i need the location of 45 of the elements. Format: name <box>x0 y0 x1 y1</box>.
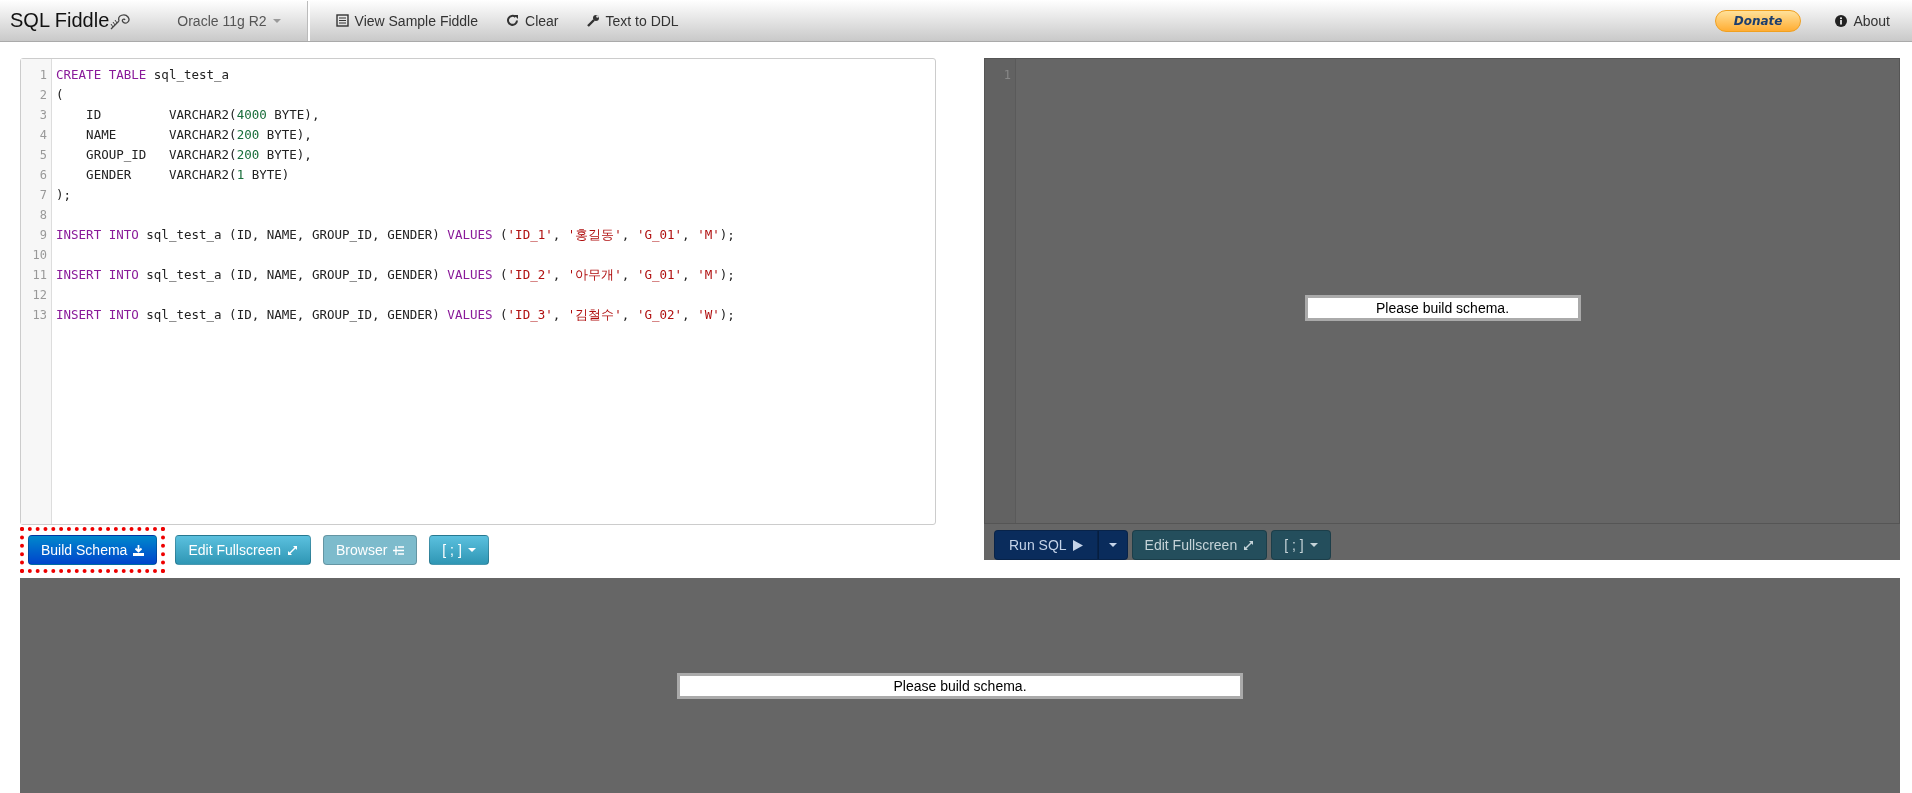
line-number: 5 <box>38 147 48 164</box>
tree-icon <box>393 544 405 556</box>
caret-icon <box>1309 543 1318 547</box>
line-number: 11 <box>31 267 48 284</box>
caret-icon <box>467 548 476 552</box>
database-dropdown[interactable]: Oracle 11g R2 <box>163 0 295 42</box>
clear-link[interactable]: Clear <box>492 0 573 42</box>
line-number: 8 <box>38 207 48 224</box>
list-icon <box>335 14 349 27</box>
info-icon <box>1835 14 1848 27</box>
wrench-icon <box>586 14 600 27</box>
code-line: GROUP_ID VARCHAR2(200 BYTE), <box>85 147 312 162</box>
code-line: ); <box>56 187 72 202</box>
code-line: ( <box>56 87 64 102</box>
download-icon <box>133 544 145 556</box>
line-number: 2 <box>38 87 48 104</box>
code-line: GENDER VARCHAR2(1 BYTE) <box>85 167 290 182</box>
line-number: 4 <box>38 127 48 144</box>
build-schema-button[interactable]: Build Schema <box>28 535 158 565</box>
text-to-ddl-link[interactable]: Text to DDL <box>572 0 693 42</box>
line-number: 3 <box>38 107 48 124</box>
code-line: CREATE TABLE sql_test_a <box>56 67 230 82</box>
status-message: Please build schema. <box>1304 295 1581 321</box>
code-line: INSERT INTO sql_test_a (ID, NAME, GROUP_ID, GENDER) VALUES ('ID_1', '홍길동', 'G_01', 'M'); <box>56 227 735 242</box>
code-line: INSERT INTO sql_test_a (ID, NAME, GROUP_ID, GENDER) VALUES ('ID_2', '아무개', 'G_01', 'M'); <box>56 267 735 282</box>
about-link[interactable]: About <box>1821 0 1900 42</box>
expand-icon <box>1243 539 1255 551</box>
app-logo[interactable]: SQL Fiddle <box>10 9 110 32</box>
caret-icon <box>1108 543 1117 547</box>
line-number: 12 <box>31 287 48 304</box>
status-message: Please build schema. <box>677 672 1243 699</box>
line-number: 9 <box>38 227 48 244</box>
code-line: INSERT INTO sql_test_a (ID, NAME, GROUP_ID, GENDER) VALUES ('ID_3', '김철수', 'G_02', 'W'); <box>56 307 735 322</box>
line-number: 6 <box>38 167 48 184</box>
code-line: ID VARCHAR2(4000 BYTE), <box>85 107 320 122</box>
expand-icon <box>287 544 298 556</box>
view-sample-link[interactable]: View Sample Fiddle <box>321 0 493 42</box>
line-number: 7 <box>38 187 48 204</box>
line-number: 10 <box>31 247 48 264</box>
line-number: 13 <box>31 307 48 324</box>
line-number: 1 <box>38 67 48 84</box>
play-icon <box>1072 539 1083 551</box>
donate-button[interactable]: Donate <box>1714 9 1802 32</box>
code-line: NAME VARCHAR2(200 BYTE), <box>85 127 312 142</box>
refresh-icon <box>506 14 520 27</box>
